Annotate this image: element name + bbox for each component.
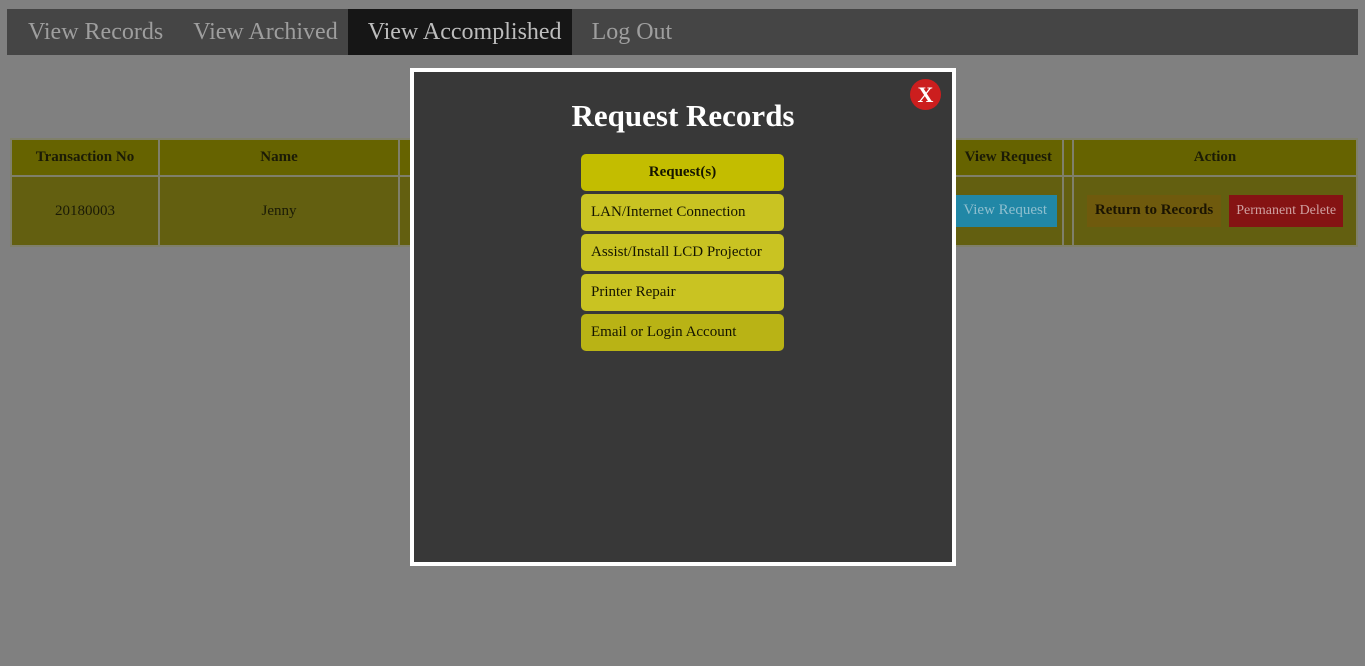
cell-action: Return to Records Permanent Delete	[1072, 175, 1358, 247]
request-list-header: Request(s)	[581, 154, 784, 191]
header-spacer	[1063, 138, 1073, 177]
list-item: Printer Repair	[581, 274, 784, 311]
request-list: Request(s) LAN/Internet Connection Assis…	[581, 154, 784, 354]
page: View Records View Archived View Accompli…	[0, 0, 1365, 666]
header-view-request: View Request	[964, 149, 1052, 165]
cell-name: Jenny	[158, 175, 400, 247]
view-request-button[interactable]: View Request	[953, 195, 1057, 227]
list-item: Email or Login Account	[581, 314, 784, 351]
header-action: Action	[1072, 138, 1358, 177]
top-nav: View Records View Archived View Accompli…	[7, 9, 1358, 55]
modal-title: Request Records	[571, 98, 795, 133]
permanent-delete-button[interactable]: Permanent Delete	[1229, 195, 1344, 227]
cell-transaction-no: 20180003	[10, 175, 160, 247]
list-item: LAN/Internet Connection	[581, 194, 784, 231]
close-icon[interactable]: X	[910, 79, 941, 110]
nav-view-accomplished[interactable]: View Accomplished	[347, 9, 572, 55]
header-name: Name	[158, 138, 400, 177]
list-item: Assist/Install LCD Projector	[581, 234, 784, 271]
return-to-records-button[interactable]: Return to Records	[1086, 195, 1222, 227]
nav-view-records[interactable]: View Records	[7, 9, 178, 55]
header-transaction-no: Transaction No	[10, 138, 160, 177]
nav-log-out[interactable]: Log Out	[572, 9, 693, 55]
request-records-modal: Request Records X Request(s) LAN/Interne…	[410, 68, 956, 566]
cell-spacer	[1063, 175, 1074, 247]
nav-view-archived[interactable]: View Archived	[178, 9, 348, 55]
